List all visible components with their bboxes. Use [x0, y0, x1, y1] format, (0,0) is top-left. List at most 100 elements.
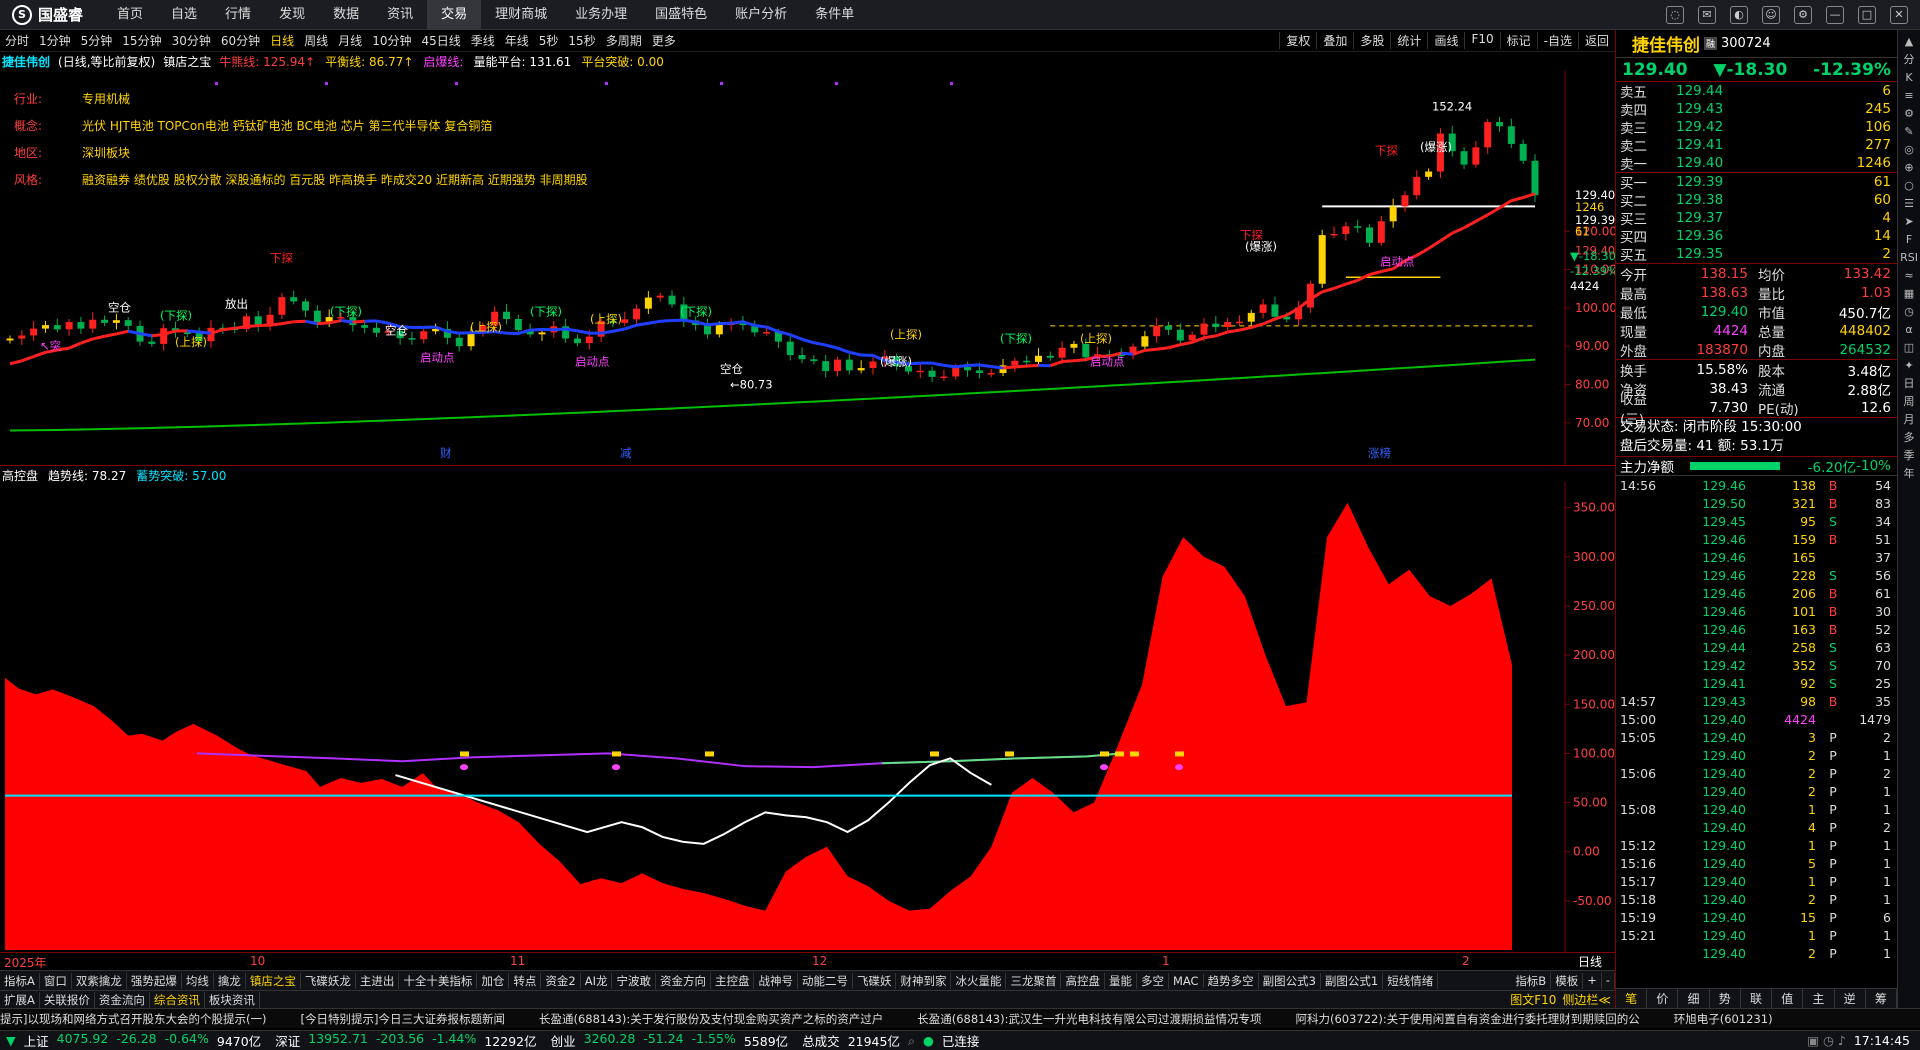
indicator-tab-15[interactable]: 资金方向: [656, 972, 711, 989]
indicator-tab-5[interactable]: 擒龙: [214, 972, 246, 989]
skin-icon[interactable]: ◐: [1730, 5, 1748, 24]
period-item-16[interactable]: 更多: [647, 32, 681, 49]
settings-icon[interactable]: ⚙: [1794, 5, 1812, 24]
indicator-tab-30[interactable]: 短线情绪: [1383, 972, 1439, 989]
order-book-row[interactable]: 买三 129.37 4: [1616, 209, 1897, 228]
indicator-tab-2[interactable]: 双紫擒龙: [72, 972, 127, 989]
app-logo[interactable]: S 国盛睿: [0, 4, 103, 25]
period-item-10[interactable]: 45日线: [416, 32, 465, 49]
quote-tab-7[interactable]: 逆: [1835, 989, 1866, 1008]
period-item-13[interactable]: 5秒: [534, 32, 564, 49]
tick-list[interactable]: 14:56 129.46 138 B 54 129.50 321 B 83 129.45 95 S 34…: [1616, 476, 1897, 962]
chat-icon[interactable]: ◌: [1666, 5, 1684, 24]
period-item-14[interactable]: 15秒: [563, 32, 600, 49]
quote-tab-1[interactable]: 价: [1647, 989, 1679, 1008]
side-tool-21[interactable]: 月: [1900, 412, 1919, 427]
news-item[interactable]: 长盈通(688143):武汉生一升光电科技有限公司过渡期损益情况专项: [917, 1011, 1261, 1027]
side-tool-18[interactable]: ✦: [1900, 358, 1919, 373]
indicator-control-1[interactable]: 模板: [1551, 972, 1584, 989]
period-item-5[interactable]: 60分钟: [216, 32, 265, 49]
indicator-tab-25[interactable]: 多空: [1137, 972, 1169, 989]
period-item-4[interactable]: 30分钟: [167, 32, 216, 49]
indicator-tab-23[interactable]: 高控盘: [1061, 972, 1105, 989]
menu-item-0[interactable]: 首页: [103, 0, 157, 30]
menu-item-7[interactable]: 理财商城: [481, 0, 561, 30]
news-item[interactable]: 提示]以现场和网络方式召开股东大会的个股提示(一): [0, 1011, 266, 1027]
tag-value[interactable]: 光伏 HJT电池 TOPCon电池 钙钛矿电池 BC电池 芯片 第三代半导体 复…: [82, 113, 492, 140]
menu-item-10[interactable]: 账户分析: [721, 0, 801, 30]
side-tool-17[interactable]: ◫: [1900, 340, 1919, 355]
indicator-tab-19[interactable]: 飞碟妖: [853, 972, 897, 989]
side-tool-7[interactable]: ⊕: [1900, 160, 1919, 175]
quote-tab-2[interactable]: 细: [1678, 989, 1710, 1008]
side-tool-12[interactable]: RSI: [1900, 250, 1919, 265]
side-link-0[interactable]: 图文F10: [1510, 991, 1556, 1008]
side-tool-0[interactable]: ▲: [1900, 34, 1919, 49]
news-item[interactable]: 长盈通(688143):关于发行股份及支付现金购买资产之标的资产过户: [539, 1011, 883, 1027]
side-tool-2[interactable]: K: [1900, 70, 1919, 85]
menu-item-2[interactable]: 行情: [211, 0, 265, 30]
sub-tab-2[interactable]: 资金流向: [95, 991, 150, 1008]
chart-tool-7[interactable]: -自选: [1536, 32, 1578, 49]
event-marker[interactable]: 减: [620, 446, 632, 460]
indicator-tab-6[interactable]: 镇店之宝: [246, 972, 301, 989]
menu-item-3[interactable]: 发现: [265, 0, 319, 30]
indicator-tab-7[interactable]: 飞碟妖龙: [301, 972, 356, 989]
period-item-2[interactable]: 5分钟: [76, 32, 118, 49]
sub-tab-1[interactable]: 关联报价: [40, 991, 95, 1008]
side-tool-15[interactable]: ◷: [1900, 304, 1919, 319]
stock-name[interactable]: 捷佳伟创: [1632, 31, 1700, 56]
menu-item-6[interactable]: 交易: [427, 0, 482, 30]
indicator-tab-28[interactable]: 副图公式3: [1259, 972, 1321, 989]
side-tool-10[interactable]: ➤: [1900, 214, 1919, 229]
indicator-tab-1[interactable]: 窗口: [40, 972, 72, 989]
maximize-icon[interactable]: □: [1858, 5, 1876, 24]
sub-tab-3[interactable]: 综合资讯: [150, 991, 205, 1008]
side-tool-19[interactable]: 日: [1900, 376, 1919, 391]
quote-tab-4[interactable]: 联: [1741, 989, 1773, 1008]
order-book-row[interactable]: 卖五 129.44 6: [1616, 82, 1897, 101]
order-book-row[interactable]: 卖四 129.43 245: [1616, 100, 1897, 119]
tag-value[interactable]: 专用机械: [82, 86, 130, 113]
period-item-11[interactable]: 季线: [466, 32, 500, 49]
side-tool-3[interactable]: ≡: [1900, 88, 1919, 103]
side-tool-16[interactable]: α: [1900, 322, 1919, 337]
tag-value[interactable]: 融资融券 绩优股 股权分散 深股通标的 百元股 昨高换手 昨成交20 近期新高 …: [82, 167, 588, 194]
indicator-tab-13[interactable]: AI龙: [581, 972, 613, 989]
indicator-control-3[interactable]: -: [1602, 972, 1615, 989]
quote-tab-3[interactable]: 势: [1710, 989, 1741, 1008]
indicator-tab-21[interactable]: 冰火量能: [951, 972, 1007, 989]
indicator-tab-18[interactable]: 动能二号: [798, 972, 853, 989]
indicator-tab-8[interactable]: 主进出: [356, 972, 400, 989]
menu-item-11[interactable]: 条件单: [801, 0, 868, 30]
quote-tab-0[interactable]: 笔: [1616, 989, 1648, 1008]
chart-tool-8[interactable]: 返回: [1577, 32, 1615, 49]
order-book-row[interactable]: 买四 129.36 14: [1616, 227, 1897, 246]
order-book-row[interactable]: 卖一 129.40 1246: [1616, 154, 1897, 173]
indicator-tab-12[interactable]: 资金2: [541, 972, 581, 989]
quote-tab-5[interactable]: 值: [1772, 989, 1804, 1008]
index-sz[interactable]: 深证 13952.71 -203.56 -1.44% 12292亿: [275, 1031, 536, 1050]
period-indicator[interactable]: 日线: [1565, 952, 1615, 970]
close-icon[interactable]: ✕: [1890, 5, 1908, 24]
side-tool-4[interactable]: ⚙: [1900, 106, 1919, 121]
user-icon[interactable]: ☺: [1762, 5, 1780, 24]
chart-tool-4[interactable]: 画线: [1427, 32, 1464, 49]
side-tool-5[interactable]: ✎: [1900, 124, 1919, 139]
news-item[interactable]: [今日特别提示]今日三大证券报标题新闻: [300, 1011, 504, 1027]
sub-tab-0[interactable]: 扩展A: [0, 991, 40, 1008]
order-book-row[interactable]: 买五 129.35 2: [1616, 245, 1897, 264]
side-tool-14[interactable]: ▦: [1900, 286, 1919, 301]
period-item-3[interactable]: 15分钟: [117, 32, 166, 49]
order-book-row[interactable]: 卖三 129.42 106: [1616, 118, 1897, 137]
indicator-tab-16[interactable]: 主控盘: [711, 972, 755, 989]
menu-item-1[interactable]: 自选: [157, 0, 211, 30]
indicator-tab-26[interactable]: MAC: [1169, 973, 1204, 988]
sub-tab-4[interactable]: 板块资讯: [205, 991, 260, 1008]
index-cy[interactable]: 创业 3260.28 -51.24 -1.55% 5589亿: [551, 1031, 789, 1050]
indicator-tab-29[interactable]: 副图公式1: [1321, 972, 1384, 989]
news-item[interactable]: 环旭电子(601231): [1674, 1011, 1773, 1027]
chart-tool-2[interactable]: 多股: [1353, 32, 1390, 49]
event-marker[interactable]: 涨榜: [1368, 446, 1391, 460]
chart-tool-0[interactable]: 复权: [1279, 32, 1316, 49]
